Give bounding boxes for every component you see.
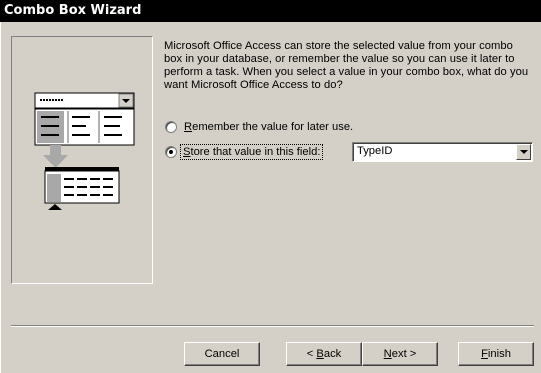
remember-radio-label[interactable]: Remember the value for later use.: [184, 121, 353, 133]
wizard-client-area: Microsoft Office Access can store the se…: [0, 22, 541, 373]
cancel-button-label: Cancel: [204, 348, 240, 360]
store-field-combo[interactable]: TypeID: [352, 142, 533, 162]
combo-box-illustration: [11, 36, 153, 284]
combo-box-wizard-window: Combo Box Wizard Microsoft Office Access…: [0, 0, 541, 373]
back-rest: ack: [323, 348, 342, 360]
next-button-label: Next >: [384, 348, 417, 360]
finish-button[interactable]: Finish: [458, 342, 534, 366]
chevron-down-icon[interactable]: [516, 144, 531, 160]
remember-option-row[interactable]: Remember the value for later use.: [165, 118, 353, 136]
finish-rest: inish: [487, 348, 511, 360]
cancel-button[interactable]: Cancel: [184, 342, 260, 366]
finish-hotkey: F: [481, 348, 488, 360]
remember-hotkey: R: [184, 121, 193, 133]
back-hotkey: B: [316, 348, 324, 360]
store-radio[interactable]: [165, 146, 177, 158]
finish-button-label: Finish: [481, 348, 511, 360]
wizard-description: Microsoft Office Access can store the se…: [164, 40, 529, 91]
next-rest: ext >: [391, 348, 417, 360]
combo-box-illustration-image: [34, 92, 135, 210]
back-button-label: < Back: [307, 348, 342, 360]
remember-label-text: emember the value for later use.: [192, 121, 354, 133]
remember-radio[interactable]: [165, 121, 177, 133]
button-separator: [11, 325, 534, 327]
store-radio-label[interactable]: Store that value in this field:: [180, 144, 324, 160]
next-hotkey: N: [383, 348, 392, 360]
store-field-value: TypeID: [357, 145, 393, 157]
window-title: Combo Box Wizard: [0, 0, 541, 22]
next-button[interactable]: Next >: [362, 342, 438, 366]
store-option-row[interactable]: Store that value in this field:: [165, 143, 324, 161]
back-prefix: <: [306, 348, 317, 360]
store-label-text: tore that value in this field:: [190, 146, 321, 158]
back-button[interactable]: < Back: [286, 342, 362, 366]
